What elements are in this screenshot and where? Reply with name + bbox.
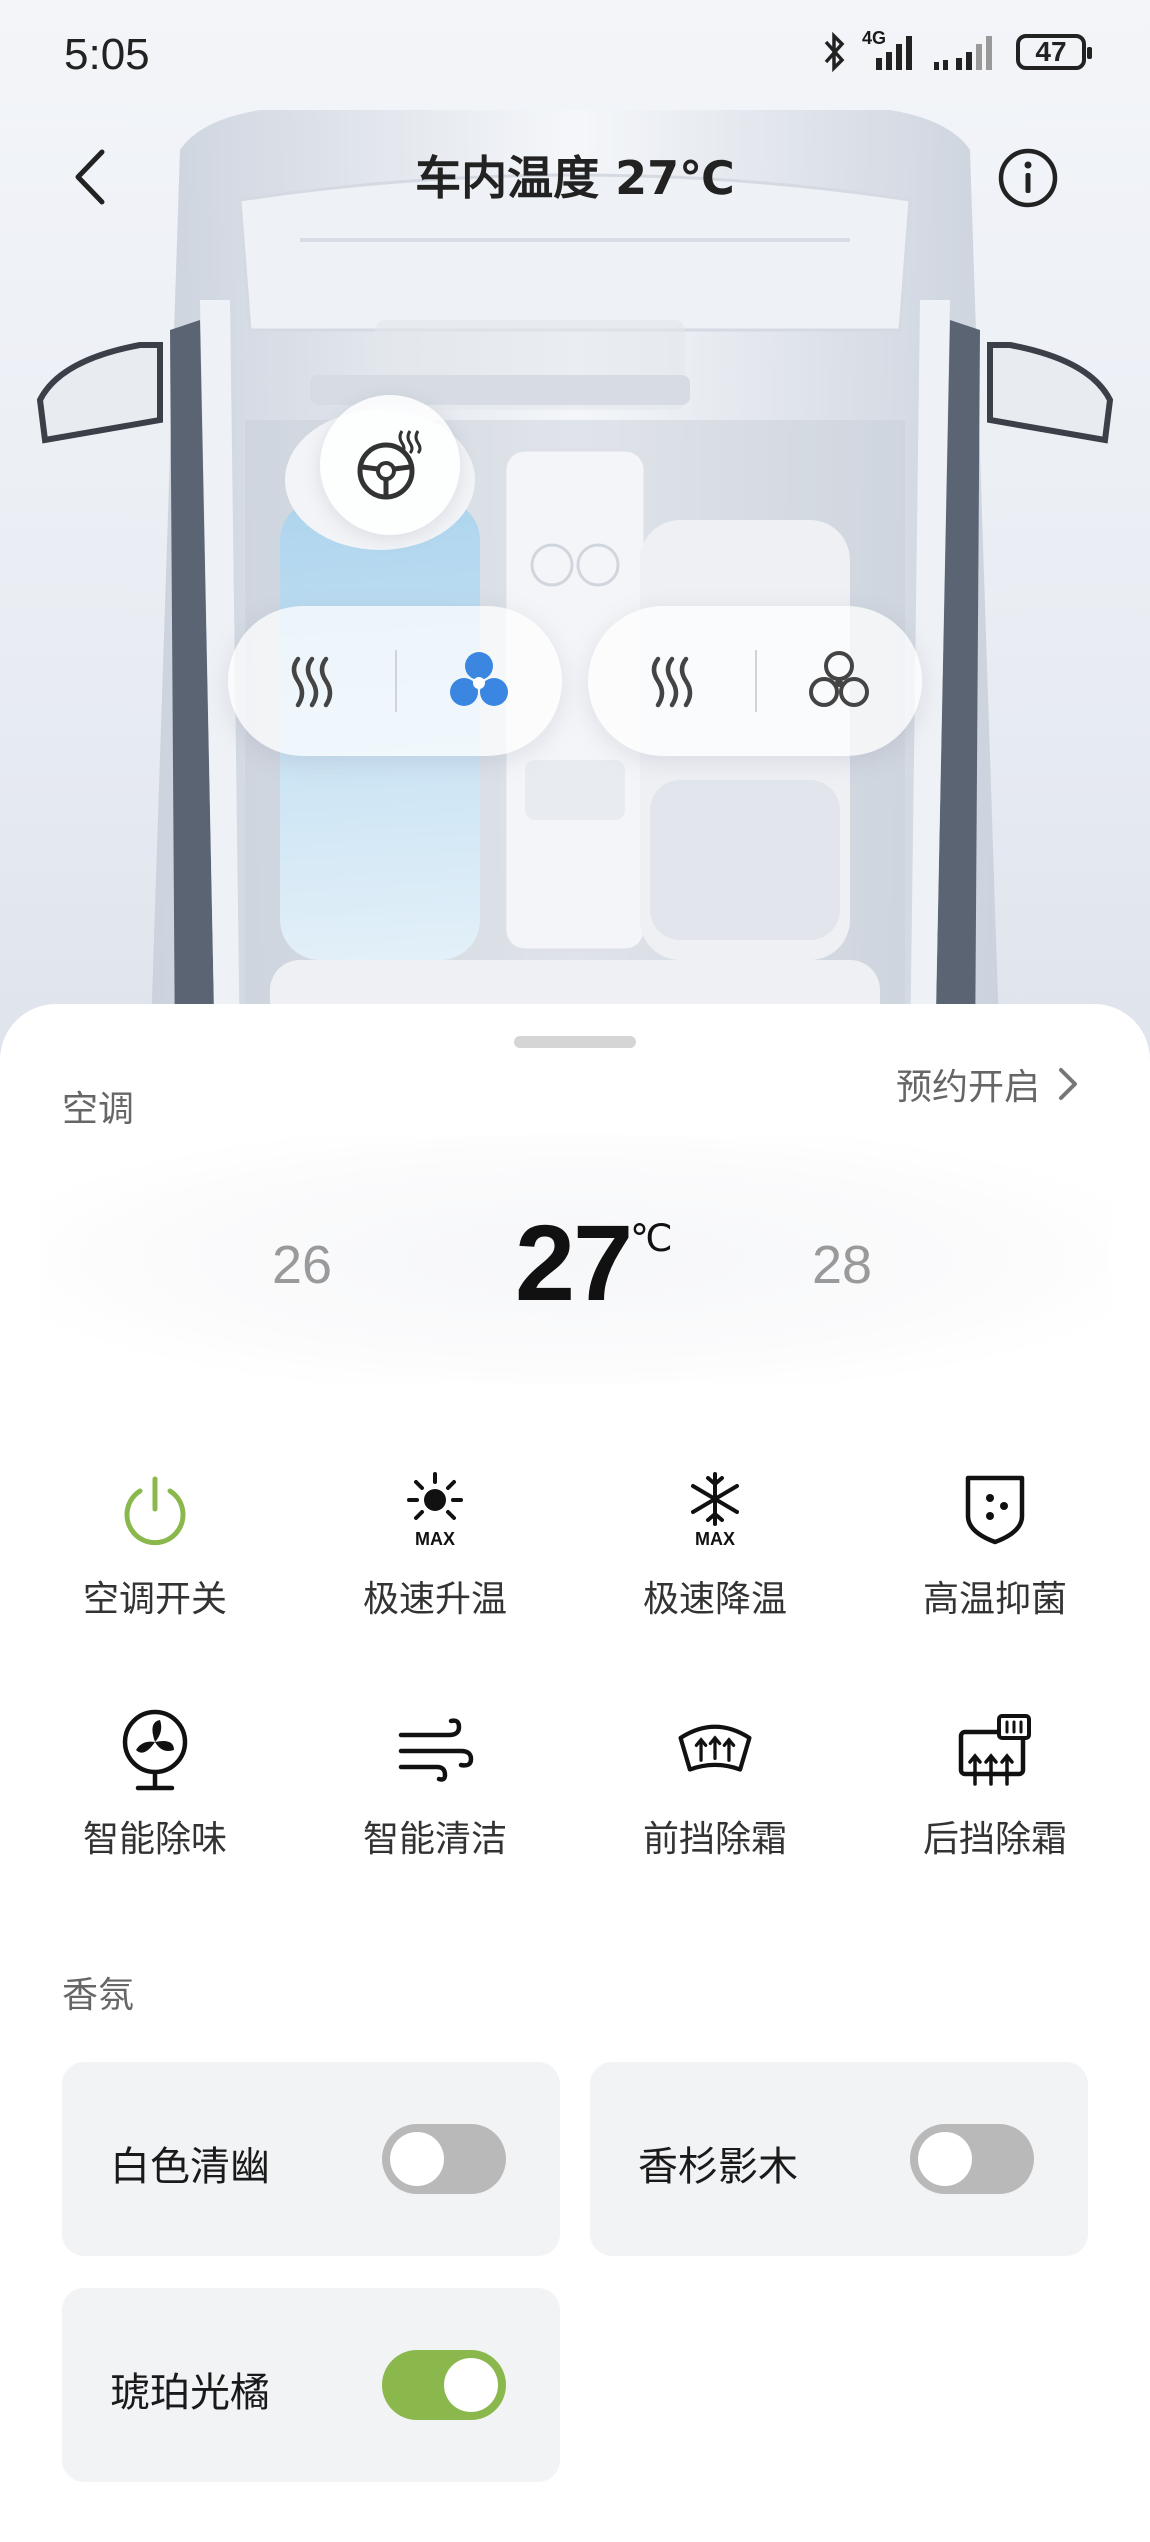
passenger-seat-heat-button[interactable] — [588, 606, 755, 756]
driver-seat-controls — [228, 606, 562, 756]
svg-text:MAX: MAX — [415, 1529, 455, 1549]
seat-heat-icon — [291, 656, 332, 708]
fragrance-card: 白色清幽 — [62, 2062, 560, 2256]
smart-clean-label: 智能清洁 — [362, 1819, 507, 1860]
driver-seat-fan-button[interactable] — [395, 606, 562, 756]
ac-power-label: 空调开关 — [82, 1579, 227, 1620]
schedule-button[interactable]: 预约开启 — [896, 1058, 1080, 1110]
fragrance-label: 白色清幽 — [110, 2144, 270, 2190]
drag-handle[interactable] — [514, 1036, 636, 1048]
status-time: 5:05 — [64, 30, 150, 79]
sterilize-button[interactable]: 高温抑菌 — [855, 1470, 1135, 1670]
temp-unit: ℃ — [630, 1218, 673, 1260]
sun-max-icon: MAX — [395, 1470, 475, 1550]
schedule-label: 预约开启 — [895, 1067, 1040, 1108]
rear-defrost-icon — [955, 1710, 1035, 1790]
temp-current: 27 — [515, 1202, 633, 1323]
status-bar: 5:05 4G 47 — [0, 0, 1150, 120]
front-defrost-label: 前挡除霜 — [642, 1819, 787, 1860]
front-defrost-button[interactable]: 前挡除霜 — [575, 1710, 855, 1910]
fragrance-toggle[interactable] — [382, 2350, 506, 2420]
signal-icon-2 — [934, 36, 992, 70]
control-sheet: 空调 预约开启 26 27 ℃ 28 空调开关 MAX 极速升温 MAX 极速降… — [0, 1004, 1150, 2542]
signal-icon — [876, 36, 912, 70]
fragrance-section-label: 香氛 — [62, 1975, 135, 2016]
quick-heat-label: 极速升温 — [362, 1579, 507, 1620]
wind-clean-icon — [395, 1710, 475, 1790]
shield-germ-icon — [955, 1470, 1035, 1550]
pill-divider — [755, 650, 757, 712]
fragrance-toggle[interactable] — [382, 2124, 506, 2194]
quick-cool-label: 极速降温 — [642, 1579, 787, 1620]
steering-wheel-heat-icon — [357, 430, 422, 500]
quick-cool-button[interactable]: MAX 极速降温 — [575, 1470, 855, 1670]
toggle-knob — [444, 2358, 498, 2412]
passenger-seat-fan-button[interactable] — [755, 606, 922, 756]
status-icons: 4G 47 — [820, 28, 1092, 72]
fragrance-card: 琥珀光橘 — [62, 2288, 560, 2482]
fragrance-label: 香杉影木 — [638, 2144, 798, 2190]
temp-option-lower[interactable]: 26 — [272, 1234, 332, 1296]
quick-heat-button[interactable]: MAX 极速升温 — [295, 1470, 575, 1670]
smart-deodorize-label: 智能除味 — [82, 1819, 227, 1860]
seat-fan-icon — [808, 651, 869, 707]
seat-heat-icon — [651, 656, 692, 708]
climate-section-label: 空调 — [62, 1089, 135, 1130]
chevron-right-icon — [1059, 1068, 1077, 1100]
fan-deodorize-icon — [115, 1709, 195, 1791]
smart-clean-button[interactable]: 智能清洁 — [295, 1710, 575, 1910]
svg-text:MAX: MAX — [695, 1529, 735, 1549]
rear-defrost-button[interactable]: 后挡除霜 — [855, 1710, 1135, 1910]
nav-bar: 车内温度 27℃ — [0, 130, 1150, 220]
rear-defrost-label: 后挡除霜 — [922, 1819, 1067, 1860]
info-button[interactable] — [996, 146, 1060, 210]
steering-wheel-heat-button[interactable] — [320, 395, 460, 535]
snowflake-max-icon: MAX — [675, 1470, 755, 1550]
front-defrost-icon — [675, 1710, 755, 1790]
ac-power-button[interactable]: 空调开关 — [15, 1470, 295, 1670]
smart-deodorize-button[interactable]: 智能除味 — [15, 1709, 295, 1910]
passenger-seat-controls — [588, 606, 922, 756]
page-title: 车内温度 27℃ — [415, 151, 735, 205]
power-icon — [115, 1470, 195, 1550]
fragrance-card: 香杉影木 — [590, 2062, 1088, 2256]
seat-fan-icon — [449, 652, 508, 706]
fragrance-label: 琥珀光橘 — [110, 2370, 270, 2416]
pill-divider — [395, 650, 397, 712]
battery-indicator: 47 — [1016, 34, 1092, 70]
fragrance-toggle[interactable] — [910, 2124, 1034, 2194]
sterilize-label: 高温抑菌 — [922, 1579, 1067, 1620]
temp-option-higher[interactable]: 28 — [812, 1234, 872, 1296]
toggle-knob — [918, 2132, 972, 2186]
car-hero: 5:05 4G 47 车内温度 27℃ — [0, 0, 1150, 1060]
toggle-knob — [390, 2132, 444, 2186]
driver-seat-heat-button[interactable] — [228, 606, 395, 756]
bluetooth-icon — [824, 32, 845, 72]
network-type: 4G — [862, 28, 918, 72]
